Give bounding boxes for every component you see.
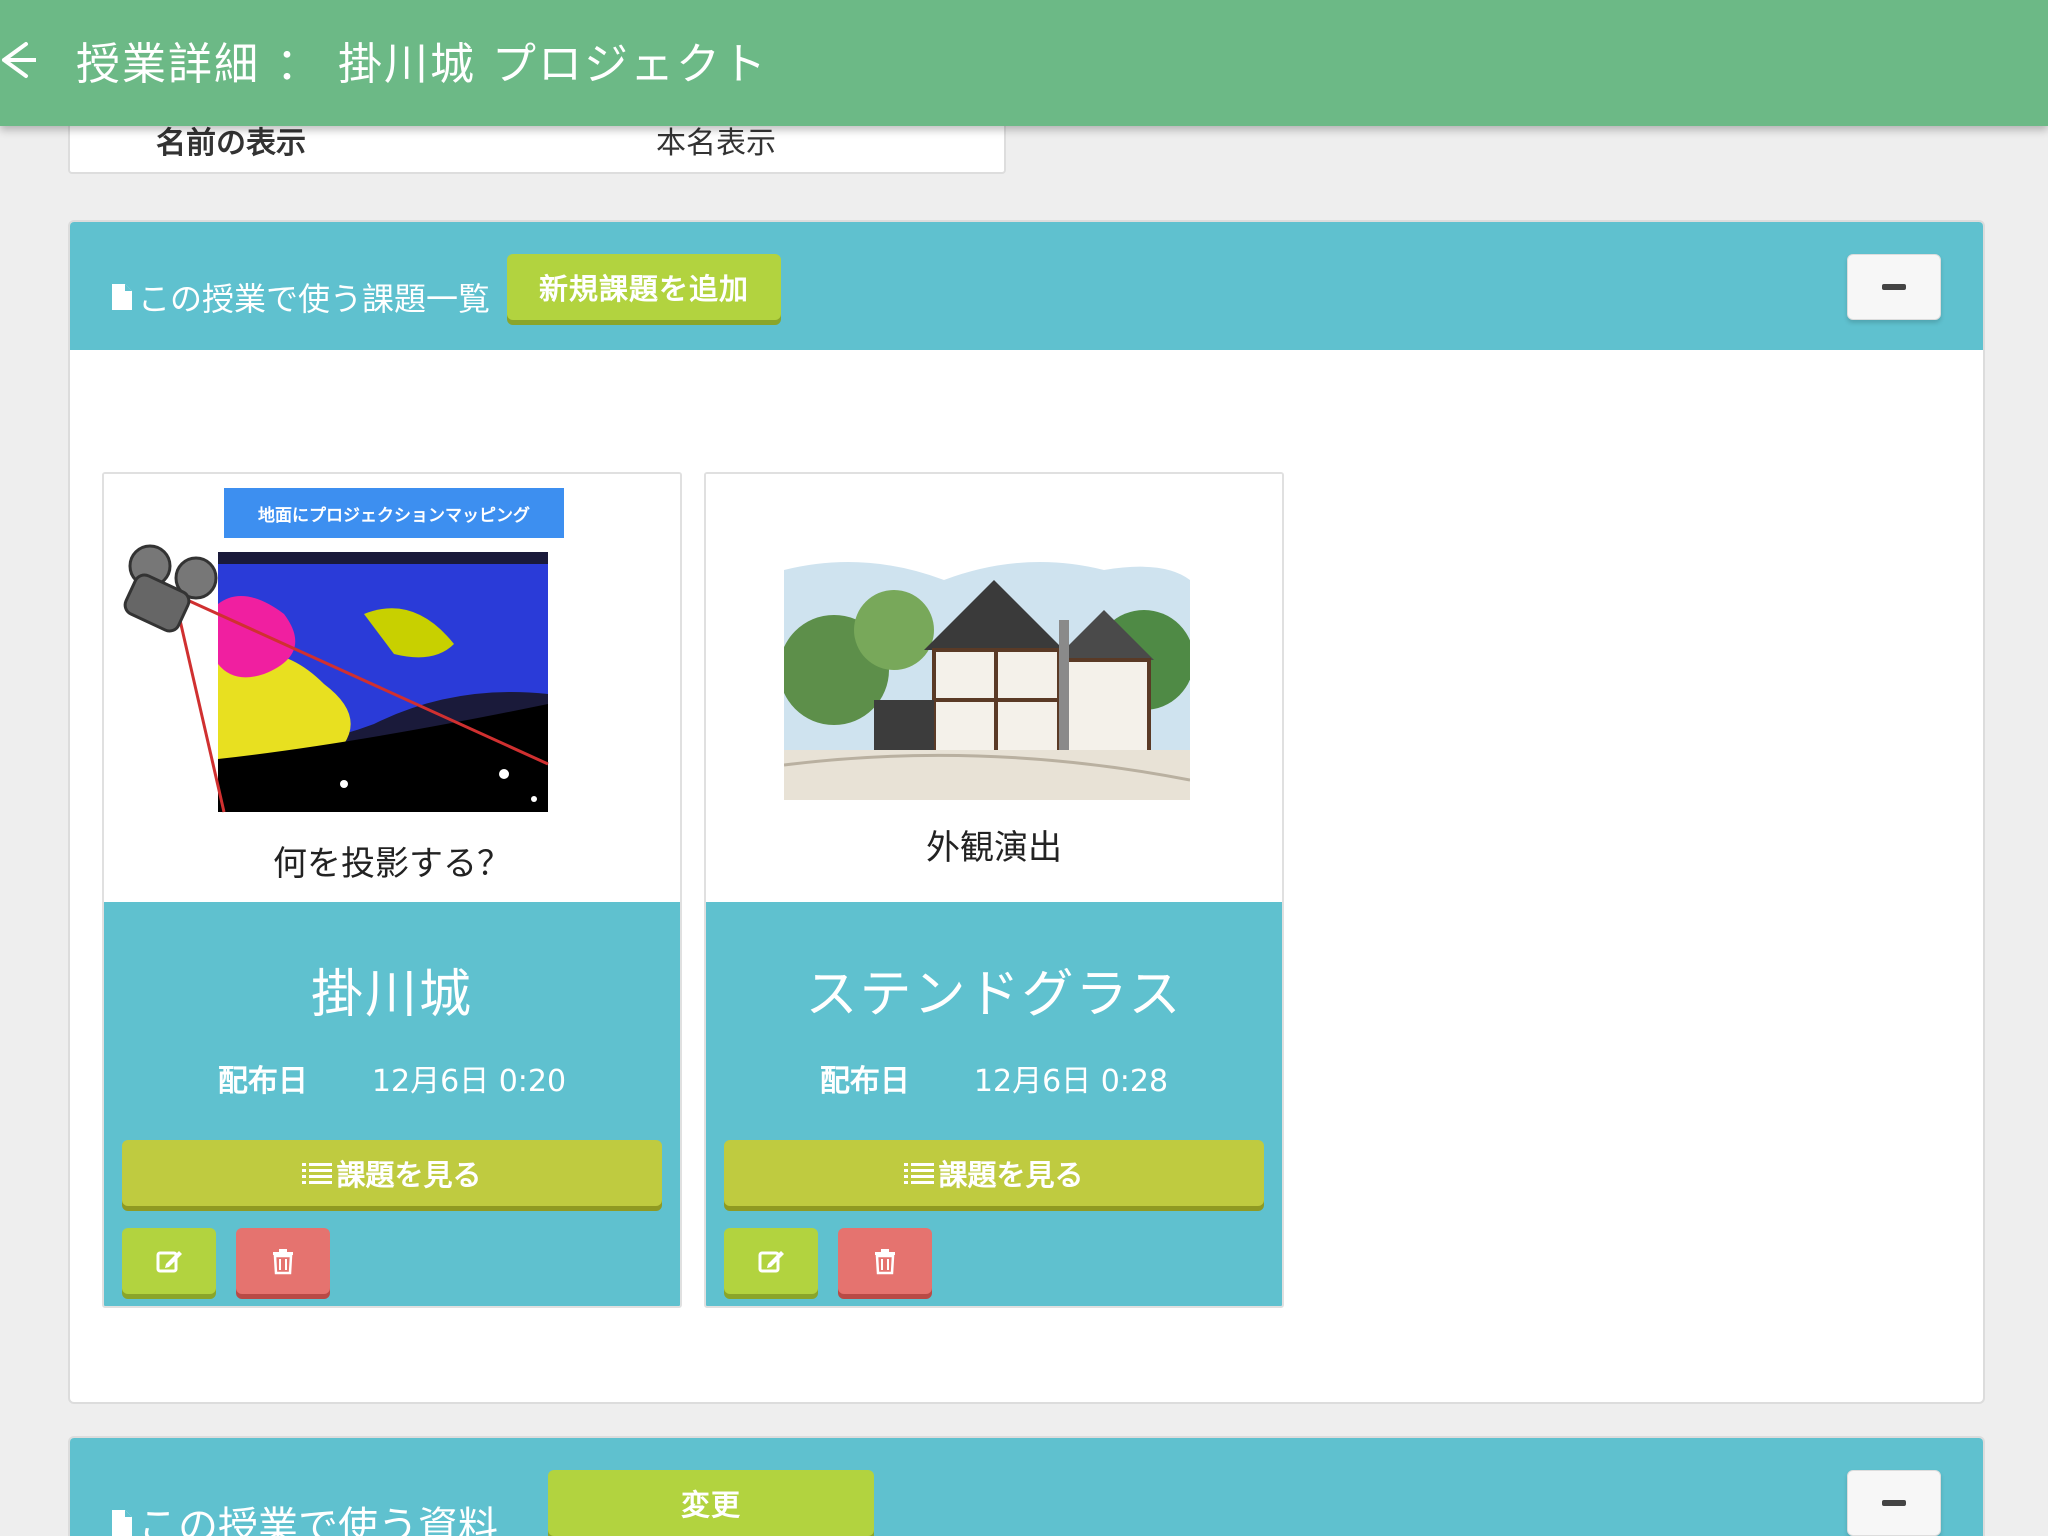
view-task-label: 課題を見る <box>938 1158 1084 1192</box>
projection-illustration <box>123 544 549 813</box>
file-icon <box>112 1510 132 1536</box>
edit-icon <box>758 1251 784 1273</box>
tasks-panel: この授業で使う課題一覧 新規課題を追加 地面にプロジェクションマッピング 何を投… <box>68 220 1985 1404</box>
task-card-media: 地面にプロジェクションマッピング 何を投影する？ <box>104 474 680 902</box>
task-card-caption: 外観演出 <box>926 828 1062 868</box>
task-card-body: 掛川城 配布日 12月6日 0:20 課題を見る <box>104 902 680 1306</box>
task-card: 地面にプロジェクションマッピング 何を投影する？ 掛川城 配布日 12月6日 0… <box>102 472 682 1308</box>
tasks-panel-title: この授業で使う課題一覧 <box>110 274 490 320</box>
task-card: 外観演出 ステンドグラス 配布日 12月6日 0:28 課題を見る <box>704 472 1284 1308</box>
trash-icon <box>273 1249 293 1275</box>
tasks-panel-header: この授業で使う課題一覧 新規課題を追加 <box>70 222 1983 350</box>
task-card-title: 掛川城 <box>310 965 473 1025</box>
view-task-label: 課題を見る <box>336 1158 482 1192</box>
task-card-caption: 何を投影する？ <box>273 844 511 884</box>
file-icon <box>112 284 132 310</box>
page-title: 授業詳細 ： 掛川城 プロジェクト <box>76 39 768 90</box>
edit-icon <box>156 1251 182 1273</box>
distribution-row: 配布日 12月6日 0:28 <box>706 1056 1282 1100</box>
app-bar: 授業詳細 ： 掛川城 プロジェクト <box>0 0 2048 126</box>
materials-panel-header: この授業で使う資料 変更 <box>70 1438 1983 1536</box>
list-icon <box>904 1163 935 1184</box>
view-task-button[interactable]: 課題を見る <box>724 1140 1264 1206</box>
task-card-title: ステンドグラス <box>805 965 1183 1025</box>
edit-task-button[interactable] <box>122 1228 216 1294</box>
distribution-date: 12月6日 0:28 <box>973 1064 1169 1099</box>
task-card-body: ステンドグラス 配布日 12月6日 0:28 課題を見る <box>706 902 1282 1306</box>
materials-panel: この授業で使う資料 変更 <box>68 1436 1985 1536</box>
task-card-media: 外観演出 <box>706 474 1282 902</box>
collapse-tasks-button[interactable] <box>1847 254 1941 320</box>
tasks-panel-title-text: この授業で使う課題一覧 <box>138 280 491 318</box>
collapse-materials-button[interactable] <box>1847 1470 1941 1536</box>
materials-panel-title: この授業で使う資料 <box>110 1494 498 1536</box>
view-task-button[interactable]: 課題を見る <box>122 1140 662 1206</box>
projection-banner: 地面にプロジェクションマッピング <box>224 488 564 538</box>
add-task-button[interactable]: 新規課題を追加 <box>507 254 781 320</box>
distribution-row: 配布日 12月6日 0:20 <box>104 1056 680 1100</box>
arrow-left-icon[interactable] <box>0 30 36 90</box>
trash-icon <box>875 1249 895 1275</box>
minus-icon <box>1882 1500 1906 1506</box>
change-materials-button[interactable]: 変更 <box>548 1470 874 1536</box>
distribution-date: 12月6日 0:20 <box>371 1064 567 1099</box>
distribution-label: 配布日 <box>217 1064 308 1099</box>
materials-panel-title-text: この授業で使う資料 <box>138 1504 498 1536</box>
edit-task-button[interactable] <box>724 1228 818 1294</box>
list-icon <box>302 1163 333 1184</box>
house-illustration <box>784 550 1190 800</box>
distribution-label: 配布日 <box>819 1064 910 1099</box>
delete-task-button[interactable] <box>838 1228 932 1294</box>
delete-task-button[interactable] <box>236 1228 330 1294</box>
minus-icon <box>1882 284 1906 290</box>
